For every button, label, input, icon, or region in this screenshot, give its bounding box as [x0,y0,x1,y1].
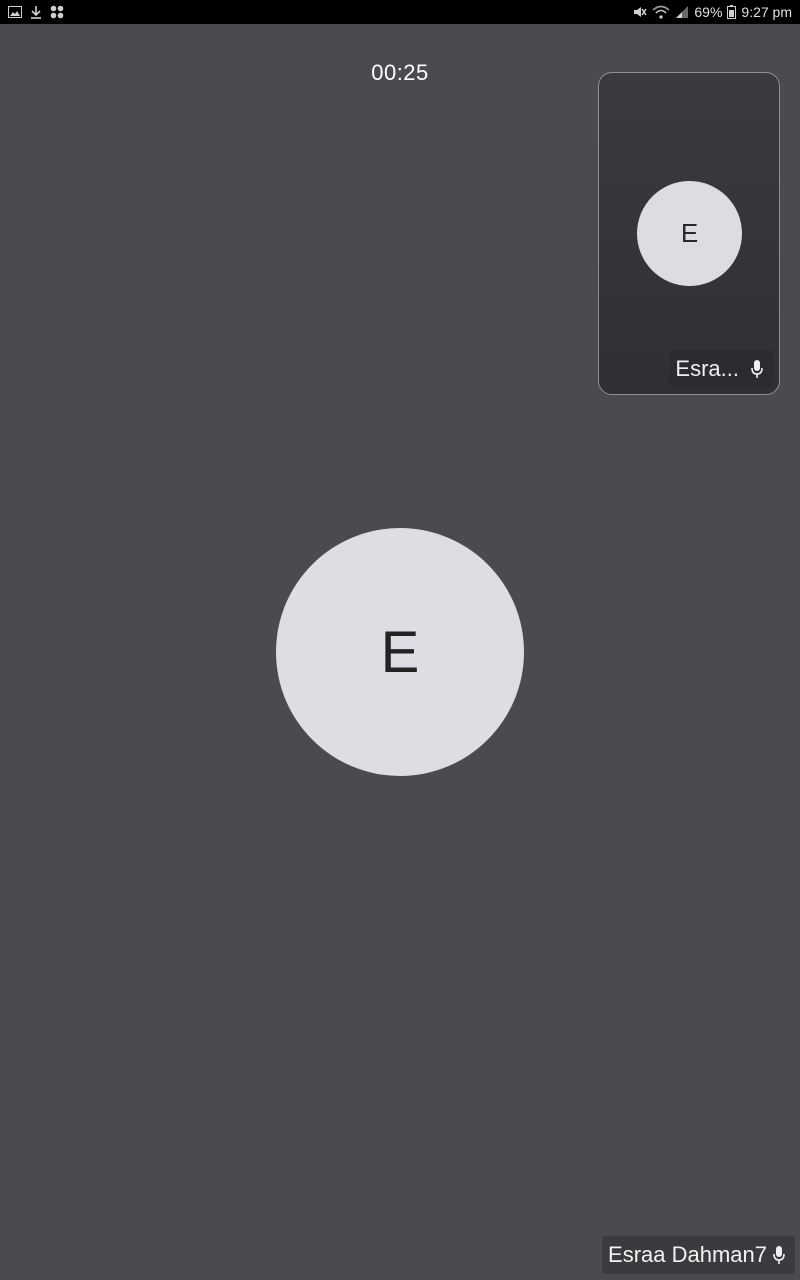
self-name: Esra... [675,356,739,381]
self-view-tile[interactable]: E Esra... [598,72,780,395]
self-avatar-initial: E [680,218,699,248]
status-right: 69% 9:27 pm [633,4,792,20]
remote-name: Esraa Dahman7 [608,1242,767,1267]
gallery-icon [8,6,22,18]
download-icon [30,5,42,19]
status-clock: 9:27 pm [741,4,792,20]
status-left [8,5,64,19]
signal-icon [675,5,689,19]
battery-icon [727,5,737,19]
wifi-icon [652,5,670,19]
self-name-tag: Esra... [669,350,773,388]
status-bar: 69% 9:27 pm [0,0,800,24]
remote-avatar-initial: E [380,619,420,685]
remote-name-tag: Esraa Dahman7 [602,1236,795,1274]
remote-avatar: E [276,528,524,776]
call-timer: 00:25 [371,60,429,85]
mute-icon [633,5,647,19]
call-screen: 69% 9:27 pm 00:25 E Esra... E Esraa Dahm… [0,0,800,1280]
self-avatar: E [637,181,742,286]
battery-percent: 69% [694,4,723,20]
apps-icon [50,5,64,19]
microphone-icon [773,1246,785,1264]
microphone-icon [751,360,763,378]
